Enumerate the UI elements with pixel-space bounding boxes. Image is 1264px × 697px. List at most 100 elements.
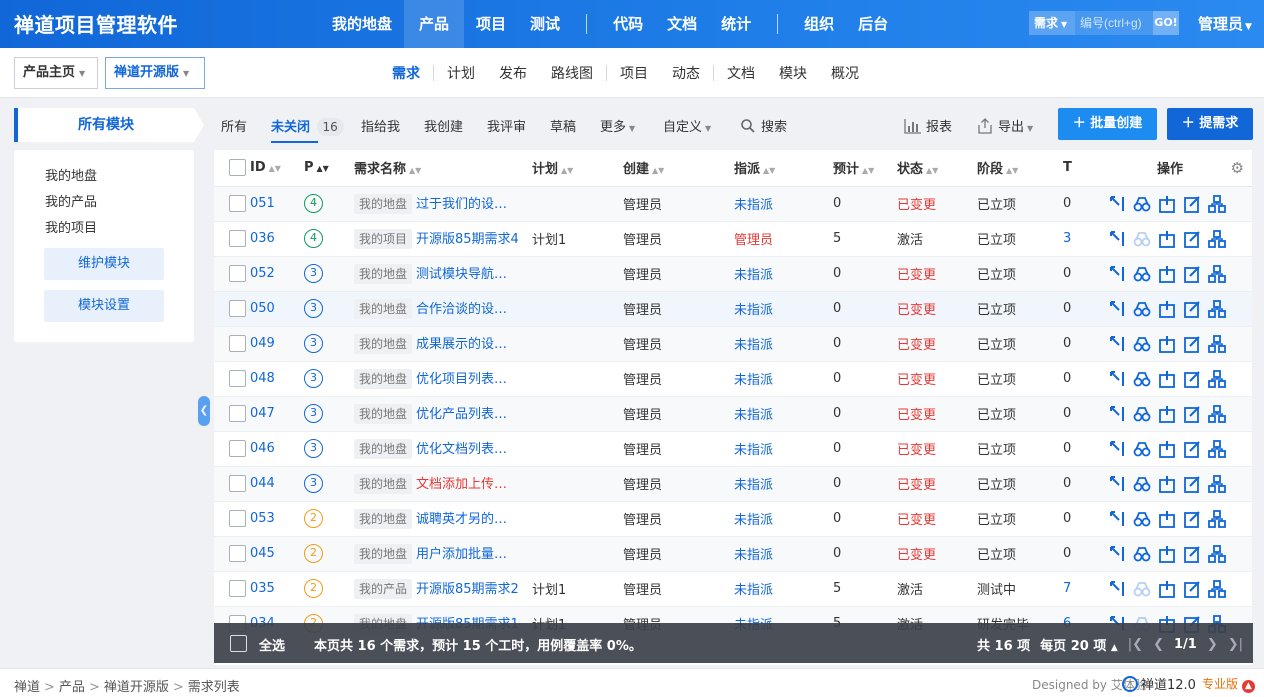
row-checkbox[interactable]	[229, 230, 246, 247]
story-title-link[interactable]: 文档添加上传…	[416, 477, 507, 492]
close-icon[interactable]	[1157, 334, 1177, 354]
review-icon[interactable]	[1132, 194, 1152, 214]
story-id-link[interactable]: 036	[250, 231, 275, 246]
review-icon[interactable]	[1132, 369, 1152, 389]
row-checkbox[interactable]	[229, 195, 246, 212]
close-icon[interactable]	[1157, 509, 1177, 529]
edition-link[interactable]: 专业版 ▲	[1202, 675, 1255, 693]
edit-icon[interactable]	[1182, 544, 1202, 564]
assign-link[interactable]: 未指派	[734, 478, 773, 493]
story-id-link[interactable]: 044	[250, 476, 275, 491]
select-all-bottom-checkbox[interactable]	[230, 635, 247, 652]
split-icon[interactable]	[1107, 474, 1127, 494]
create-case-icon[interactable]	[1207, 334, 1227, 354]
create-case-icon[interactable]	[1207, 194, 1227, 214]
review-icon[interactable]	[1132, 264, 1152, 284]
module-tree-item[interactable]: 我的项目	[45, 217, 97, 236]
assign-link[interactable]: 未指派	[734, 373, 773, 388]
search-input[interactable]	[1075, 11, 1153, 35]
user-menu[interactable]: 管理员 ▼	[1198, 13, 1252, 34]
create-case-icon[interactable]	[1207, 229, 1227, 249]
nav-my-dashboard[interactable]: 我的地盘	[320, 0, 404, 48]
table-row[interactable]: 053 2 我的地盘 诚聘英才另的… 管理员 未指派 0 已变更 已立项 0	[214, 501, 1252, 537]
version-link[interactable]: 禅道12.0	[1122, 674, 1196, 693]
story-title-link[interactable]: 用户添加批量…	[416, 547, 507, 562]
nav-admin[interactable]: 后台	[846, 0, 900, 48]
filter-created-by-me[interactable]: 我创建	[424, 116, 463, 135]
story-id-link[interactable]: 047	[250, 406, 275, 421]
row-checkbox[interactable]	[229, 580, 246, 597]
create-case-icon[interactable]	[1207, 264, 1227, 284]
app-brand[interactable]: 禅道项目管理软件	[14, 9, 178, 38]
close-icon[interactable]	[1157, 474, 1177, 494]
filter-drafts[interactable]: 草稿	[550, 116, 576, 135]
story-title-link[interactable]: 诚聘英才另的…	[416, 512, 507, 527]
nav-doc[interactable]: 文档	[655, 0, 709, 48]
edit-icon[interactable]	[1182, 194, 1202, 214]
assign-link[interactable]: 未指派	[734, 443, 773, 458]
nav-stats[interactable]: 统计	[709, 0, 763, 48]
breadcrumb-item[interactable]: 禅道	[14, 680, 40, 695]
nav-test[interactable]: 测试	[518, 0, 572, 48]
story-title-link[interactable]: 合作洽谈的设…	[416, 302, 507, 317]
close-icon[interactable]	[1157, 439, 1177, 459]
assign-link[interactable]: 未指派	[734, 513, 773, 528]
assign-link[interactable]: 未指派	[734, 408, 773, 423]
per-page-dropdown[interactable]: 每页 20 项 ▲	[1040, 635, 1118, 654]
story-id-link[interactable]: 046	[250, 441, 275, 456]
product-home-dropdown[interactable]: 产品主页 ▼	[14, 57, 98, 89]
col-status[interactable]: 状态 ▲▼	[897, 150, 977, 187]
close-icon[interactable]	[1157, 404, 1177, 424]
select-all-checkbox[interactable]	[229, 159, 246, 177]
assign-link[interactable]: 未指派	[734, 548, 773, 563]
review-icon[interactable]	[1132, 229, 1152, 249]
col-estimate[interactable]: 预计 ▲▼	[833, 150, 897, 187]
review-icon[interactable]	[1132, 474, 1152, 494]
create-case-icon[interactable]	[1207, 509, 1227, 529]
row-checkbox[interactable]	[229, 405, 246, 422]
col-stage[interactable]: 阶段 ▲▼	[977, 150, 1063, 187]
nav-product[interactable]: 产品	[404, 0, 465, 48]
search-type-select[interactable]: 需求 ▼	[1029, 11, 1075, 35]
row-checkbox[interactable]	[229, 370, 246, 387]
table-row[interactable]: 051 4 我的地盘 过于我们的设… 管理员 未指派 0 已变更 已立项 0	[214, 186, 1252, 222]
export-dropdown[interactable]: 导出 ▼	[976, 116, 1033, 135]
prev-page-icon[interactable]: ❮	[1153, 637, 1164, 652]
sidebar-collapse-handle[interactable]: ❮	[198, 396, 210, 426]
story-id-link[interactable]: 035	[250, 581, 275, 596]
task-count[interactable]: 3	[1063, 231, 1071, 246]
story-id-link[interactable]: 045	[250, 546, 275, 561]
story-title-link[interactable]: 优化项目列表…	[416, 372, 507, 387]
review-icon[interactable]	[1132, 579, 1152, 599]
subnav-stories[interactable]: 需求	[380, 63, 432, 83]
story-title-link[interactable]: 优化产品列表…	[416, 407, 507, 422]
edit-icon[interactable]	[1182, 474, 1202, 494]
edit-icon[interactable]	[1182, 439, 1202, 459]
subnav-roadmap[interactable]: 路线图	[539, 63, 605, 83]
row-checkbox[interactable]	[229, 440, 246, 457]
edit-icon[interactable]	[1182, 369, 1202, 389]
create-case-icon[interactable]	[1207, 404, 1227, 424]
split-icon[interactable]	[1107, 334, 1127, 354]
product-switcher[interactable]: 禅道开源版 ▼	[105, 57, 205, 89]
edit-icon[interactable]	[1182, 264, 1202, 284]
select-all-label[interactable]: 全选	[259, 635, 285, 654]
table-row[interactable]: 049 3 我的地盘 成果展示的设… 管理员 未指派 0 已变更 已立项 0	[214, 326, 1252, 362]
breadcrumb-item[interactable]: 产品	[59, 680, 85, 695]
story-title-link[interactable]: 开源版85期需求4	[416, 232, 519, 247]
subnav-modules[interactable]: 模块	[767, 63, 819, 83]
story-title-link[interactable]: 测试模块导航…	[416, 267, 507, 282]
split-icon[interactable]	[1107, 439, 1127, 459]
create-case-icon[interactable]	[1207, 369, 1227, 389]
edit-icon[interactable]	[1182, 299, 1202, 319]
create-case-icon[interactable]	[1207, 439, 1227, 459]
module-tree-item[interactable]: 我的地盘	[45, 165, 97, 184]
edit-icon[interactable]	[1182, 404, 1202, 424]
subnav-plans[interactable]: 计划	[435, 63, 487, 83]
story-id-link[interactable]: 050	[250, 301, 275, 316]
report-button[interactable]: 报表	[904, 116, 952, 135]
nav-org[interactable]: 组织	[792, 0, 846, 48]
table-row[interactable]: 047 3 我的地盘 优化产品列表… 管理员 未指派 0 已变更 已立项 0	[214, 396, 1252, 432]
search-go-button[interactable]: GO!	[1153, 11, 1179, 35]
review-icon[interactable]	[1132, 299, 1152, 319]
